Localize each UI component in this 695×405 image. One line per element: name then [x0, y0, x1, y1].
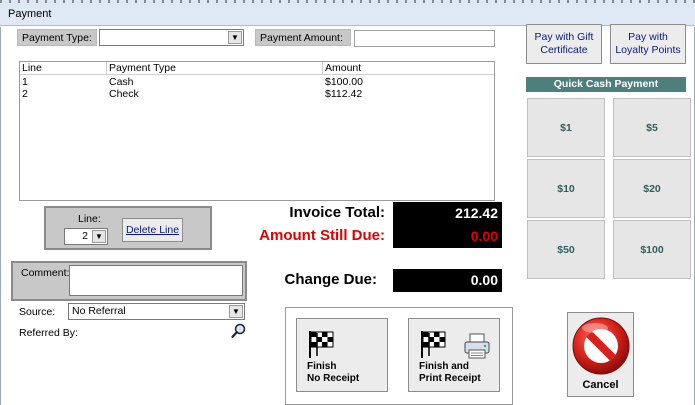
payment-lines-list[interactable]: Line Payment Type Amount 1 Cash $100.00 …: [19, 61, 495, 201]
header-line: Line: [22, 62, 42, 74]
referred-by-label: Referred By:: [19, 327, 78, 339]
quick-cash-10-button[interactable]: $10: [527, 159, 605, 218]
row-type: Check: [109, 88, 139, 100]
row-line: 2: [22, 88, 28, 100]
background-window-strip: [0, 0, 695, 3]
row-amount: $112.42: [325, 88, 363, 100]
column-divider: [106, 62, 107, 75]
quick-cash-50-button[interactable]: $50: [527, 220, 605, 279]
change-due-label: Change Due:: [284, 271, 377, 288]
finish-print-receipt-label: Finish and Print Receipt: [419, 361, 481, 384]
line-value: 2: [82, 230, 88, 242]
delete-line-label: Delete Line: [125, 224, 180, 236]
source-dropdown[interactable]: No Referral ▼: [68, 303, 245, 320]
quick-cash-20-button[interactable]: $20: [613, 159, 691, 218]
source-label: Source:: [19, 306, 56, 318]
change-due-value: 0.00: [393, 269, 502, 292]
list-header: Line Payment Type Amount: [20, 62, 494, 75]
window-title: Payment: [8, 8, 52, 20]
row-amount: $100.00: [325, 76, 363, 88]
checkered-flag-icon: [419, 329, 451, 362]
line-label: Line:: [78, 213, 101, 225]
quick-cash-100-button[interactable]: $100: [613, 220, 691, 279]
invoice-total-label: Invoice Total:: [289, 204, 385, 221]
header-amount: Amount: [325, 62, 362, 74]
finish-actions-panel: Finish No Receipt Finish and Print Recei…: [285, 307, 513, 405]
payment-type-label: Payment Type:: [17, 29, 97, 46]
source-value: No Referral: [72, 305, 126, 317]
row-type: Cash: [109, 76, 134, 88]
pay-loyalty-points-button[interactable]: Pay with Loyalty Points: [610, 24, 686, 64]
chevron-down-icon[interactable]: ▼: [229, 305, 243, 318]
row-line: 1: [22, 76, 28, 88]
payment-amount-input[interactable]: [354, 30, 495, 47]
chevron-down-icon[interactable]: ▼: [228, 31, 242, 44]
amount-due-value: 0.00: [393, 225, 502, 248]
column-divider: [322, 62, 323, 75]
printer-icon: [463, 333, 491, 362]
chevron-down-icon[interactable]: ▼: [92, 230, 106, 243]
finish-no-receipt-button[interactable]: Finish No Receipt: [296, 318, 388, 392]
pay-loyalty-points-label: Pay with Loyalty Points: [615, 31, 681, 56]
quick-cash-1-button[interactable]: $1: [527, 98, 605, 157]
finish-no-receipt-label: Finish No Receipt: [307, 361, 360, 384]
pay-gift-certificate-button[interactable]: Pay with Gift Certificate: [526, 24, 602, 64]
payment-type-dropdown[interactable]: ▼: [99, 29, 244, 46]
finish-print-receipt-button[interactable]: Finish and Print Receipt: [408, 318, 500, 392]
comment-input[interactable]: [69, 265, 243, 296]
comment-panel: Comment:: [11, 261, 247, 301]
checkered-flag-icon: [307, 329, 339, 362]
pay-gift-certificate-label: Pay with Gift Certificate: [534, 31, 594, 56]
line-selector[interactable]: 2 ▼: [64, 228, 108, 245]
line-panel: Line: 2 ▼ Delete Line: [44, 206, 212, 250]
title-bar: Payment: [0, 0, 695, 26]
amount-due-label: Amount Still Due:: [259, 227, 385, 244]
no-entry-icon: [571, 316, 631, 379]
quick-cash-5-button[interactable]: $5: [613, 98, 691, 157]
payment-amount-label: Payment Amount:: [255, 29, 351, 46]
invoice-total-value: 212.42: [393, 202, 502, 225]
cancel-button[interactable]: Cancel: [567, 312, 634, 397]
delete-line-button[interactable]: Delete Line: [122, 218, 183, 242]
quick-cash-header: Quick Cash Payment: [526, 77, 686, 92]
header-payment-type: Payment Type: [109, 62, 176, 74]
cancel-label: Cancel: [582, 379, 619, 391]
comment-label: Comment:: [21, 267, 70, 279]
magnifier-icon[interactable]: [230, 322, 248, 340]
payment-form: Payment Type: ▼ Payment Amount: Line Pay…: [0, 24, 695, 405]
